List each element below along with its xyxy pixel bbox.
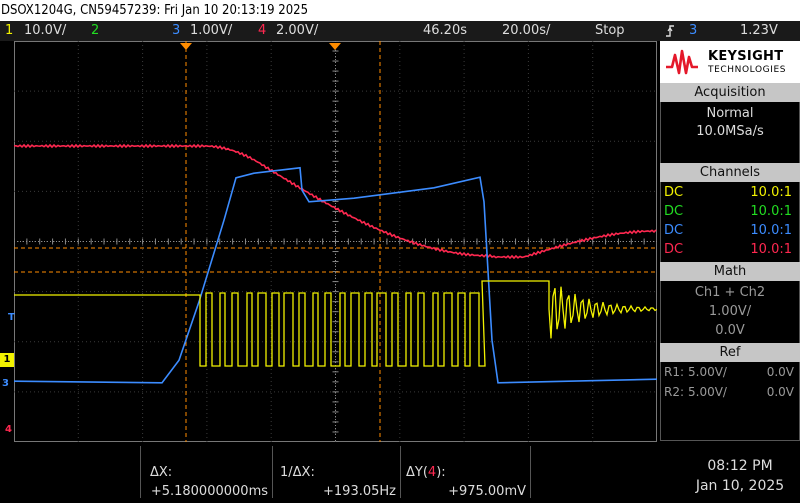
- delta-y-value: +975.00mV: [448, 484, 526, 499]
- delta-y-channel: 4: [427, 465, 437, 480]
- ref2-scale: 5.00V/: [688, 385, 727, 399]
- clock-time: 08:12 PM: [707, 458, 773, 474]
- trigger-level-marker[interactable]: T: [8, 313, 15, 323]
- run-state[interactable]: Stop: [595, 21, 625, 41]
- side-panel: KEYSIGHT TECHNOLOGIES Acquisition Normal…: [660, 41, 800, 442]
- waveform-display[interactable]: [14, 41, 657, 442]
- channel-row-1[interactable]: DC 10.0:1: [664, 183, 796, 202]
- ref2-offset: 0.0V: [766, 385, 794, 399]
- trigger-position-marker: [329, 43, 341, 50]
- waveform-graticule: [14, 41, 657, 442]
- math-offset: 0.0V: [715, 323, 745, 338]
- ch1-coupling: DC: [664, 185, 684, 200]
- ch1-ground-label: 1: [3, 354, 11, 365]
- ch1-number[interactable]: 1: [5, 21, 13, 41]
- acquisition-rate: 10.0MSa/s: [696, 124, 764, 139]
- ch4-coupling: DC: [664, 242, 684, 257]
- delta-y-suffix: ):: [436, 465, 446, 480]
- ref1-scale: 5.00V/: [688, 365, 727, 379]
- time-scale[interactable]: 20.00s/: [502, 21, 550, 41]
- ref1-label: R1:: [664, 365, 685, 379]
- delta-y-label: ΔY(4):: [406, 465, 446, 481]
- ch1-probe: 10.0:1: [750, 185, 792, 200]
- channel-row-3[interactable]: DC 10.0:1: [664, 221, 796, 240]
- ch3-number[interactable]: 3: [172, 21, 180, 41]
- time-position[interactable]: 46.20s: [423, 21, 467, 41]
- measurement-divider: [140, 446, 141, 498]
- delta-y-prefix: ΔY(: [406, 465, 428, 480]
- channel-row-2[interactable]: DC 10.0:1: [664, 202, 796, 221]
- ch1-scale[interactable]: 10.0V/: [24, 21, 66, 41]
- ch3-probe: 10.0:1: [750, 223, 792, 238]
- acquisition-mode: Normal: [706, 106, 754, 121]
- ch4-probe: 10.0:1: [750, 242, 792, 257]
- window-title: DSOX1204G, CN59457239: Fri Jan 10 20:13:…: [1, 3, 309, 18]
- ref1-offset: 0.0V: [766, 365, 794, 379]
- ch2-coupling: DC: [664, 204, 684, 219]
- ch4-scale[interactable]: 2.00V/: [276, 21, 318, 41]
- measurement-divider: [272, 446, 273, 498]
- ref-panel-title[interactable]: Ref: [660, 343, 800, 362]
- ch2-number[interactable]: 2: [91, 21, 99, 41]
- ch4-ground-marker[interactable]: 4: [5, 425, 12, 435]
- channel-status-bar: 1 10.0V/ 2 3 1.00V/ 4 2.00V/ 46.20s 20.0…: [0, 21, 800, 41]
- trigger-level[interactable]: 1.23V: [740, 21, 778, 41]
- channel-row-4[interactable]: DC 10.0:1: [664, 240, 796, 259]
- ref-row-2[interactable]: R2: 5.00V/ 0.0V: [664, 382, 796, 402]
- ch3-scale[interactable]: 1.00V/: [190, 21, 232, 41]
- ref2-label: R2:: [664, 385, 685, 399]
- keysight-wave-logo: [666, 49, 698, 75]
- inverse-delta-x-label: 1/ΔX:: [280, 465, 315, 480]
- cursor-top-marker: [180, 43, 192, 50]
- delta-x-label: ΔX:: [150, 465, 173, 480]
- inverse-delta-x-value: +193.05Hz: [323, 484, 396, 499]
- clock: 08:12 PM Jan 10, 2025: [680, 456, 800, 496]
- measurement-divider: [530, 446, 531, 498]
- window-title-bar: DSOX1204G, CN59457239: Fri Jan 10 20:13:…: [0, 0, 800, 21]
- brand-sub: TECHNOLOGIES: [708, 65, 787, 75]
- delta-x-value: +5.180000000ms: [150, 484, 268, 499]
- acquisition-panel-title[interactable]: Acquisition: [660, 83, 800, 102]
- ref-row-1[interactable]: R1: 5.00V/ 0.0V: [664, 362, 796, 382]
- math-scale: 1.00V/: [708, 304, 752, 319]
- trigger-source[interactable]: 3: [689, 21, 697, 41]
- clock-date: Jan 10, 2025: [695, 478, 785, 494]
- ch3-ground-marker[interactable]: 3: [2, 379, 9, 389]
- ch1-ground-marker[interactable]: 1: [0, 353, 14, 367]
- ch4-number[interactable]: 4: [258, 21, 266, 41]
- brand-name: KEYSIGHT: [708, 49, 784, 64]
- measurement-divider: [400, 446, 401, 498]
- brand-logo: KEYSIGHT TECHNOLOGIES: [660, 41, 800, 83]
- ch2-probe: 10.0:1: [750, 204, 792, 219]
- channels-panel-title[interactable]: Channels: [660, 163, 800, 182]
- math-expression: Ch1 + Ch2: [694, 285, 766, 300]
- math-panel-title[interactable]: Math: [660, 262, 800, 281]
- ch3-coupling: DC: [664, 223, 684, 238]
